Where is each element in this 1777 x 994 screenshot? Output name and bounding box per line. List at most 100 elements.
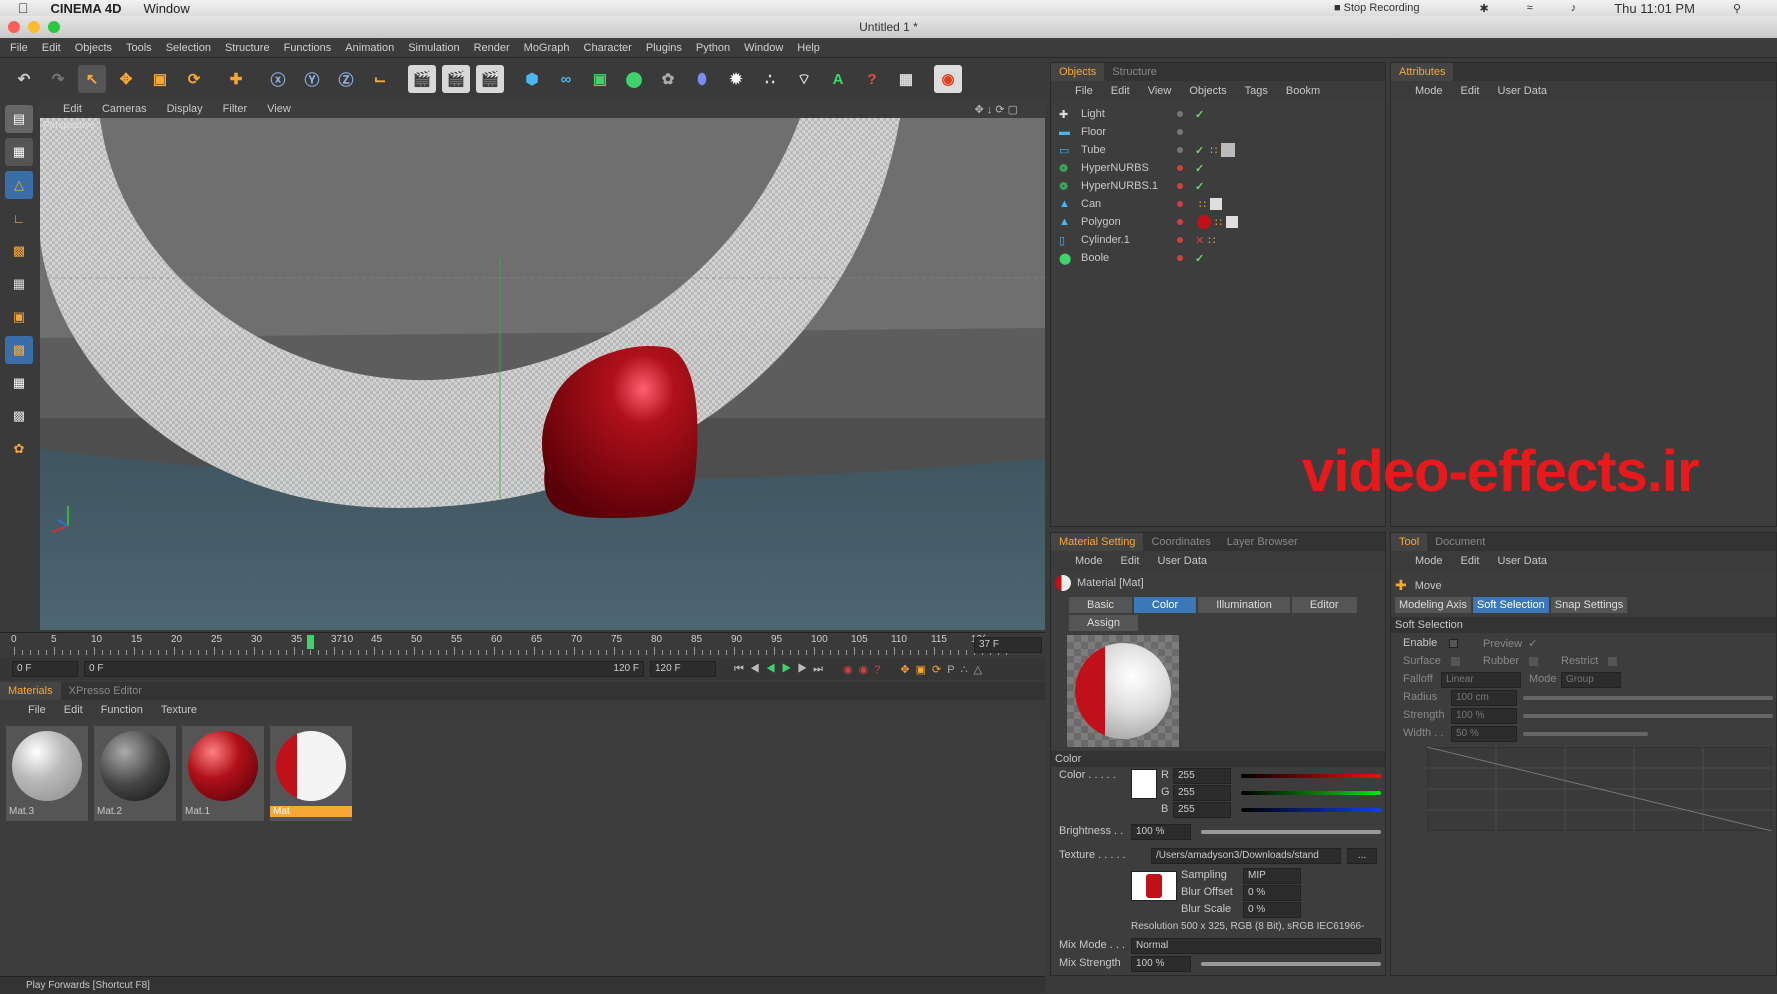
tab-material-setting[interactable]: Material Setting — [1051, 533, 1144, 551]
texture-browse-button[interactable]: ... — [1347, 848, 1377, 864]
menu-structure[interactable]: Structure — [225, 42, 270, 54]
subtab-assign[interactable]: Assign — [1069, 615, 1139, 631]
menu-animation[interactable]: Animation — [345, 42, 394, 54]
text-icon[interactable]: A — [824, 65, 852, 93]
menu-window[interactable]: Window — [744, 42, 783, 54]
color-swatch[interactable] — [1131, 769, 1157, 799]
tab-coordinates[interactable]: Coordinates — [1143, 533, 1218, 551]
tab-layer-browser[interactable]: Layer Browser — [1219, 533, 1306, 551]
help-icon[interactable]: ? — [858, 65, 886, 93]
strength-slider[interactable] — [1523, 714, 1773, 718]
deformer-icon[interactable]: ✿ — [654, 65, 682, 93]
param-key-icon[interactable]: P — [947, 664, 960, 676]
scene-icon[interactable]: ⬮ — [688, 65, 716, 93]
points-mode-icon[interactable]: ▣ — [5, 303, 33, 331]
render-picture-viewer-icon[interactable]: 🎬 — [442, 65, 470, 93]
clock[interactable]: Thu 11:01 PM — [1614, 1, 1695, 16]
brightness-field[interactable]: 100 % — [1131, 824, 1191, 840]
subtab-editor[interactable]: Editor — [1291, 597, 1357, 613]
material-mat3[interactable]: Mat.3 — [6, 726, 88, 821]
visibility-dot[interactable] — [1177, 183, 1183, 189]
g-slider[interactable] — [1241, 791, 1381, 795]
close-window-button[interactable] — [8, 21, 20, 33]
texture-tag-icon[interactable]: ∷ — [1210, 144, 1217, 157]
spline-icon[interactable]: ∞ — [552, 65, 580, 93]
object-row-hypernurbs[interactable]: ❁ HyperNURBS ✓ — [1051, 159, 1381, 177]
tab-xpresso-editor[interactable]: XPresso Editor — [61, 682, 150, 700]
start-frame-field[interactable]: 0 F — [12, 661, 78, 677]
attributes-menu-mode[interactable]: Mode — [1415, 85, 1443, 97]
menu-objects[interactable]: Objects — [75, 42, 112, 54]
blur-offset-field[interactable]: 0 % — [1243, 885, 1301, 901]
material-mat[interactable]: Mat — [270, 726, 352, 821]
menu-file[interactable]: File — [10, 42, 28, 54]
viewport-menu-display[interactable]: Display — [167, 103, 203, 115]
menu-selection[interactable]: Selection — [166, 42, 211, 54]
scale-tool-icon[interactable]: ▣ — [146, 65, 174, 93]
enabled-check-icon[interactable]: ✓ — [1195, 180, 1204, 193]
restrict-checkbox[interactable] — [1608, 656, 1618, 666]
python-icon[interactable]: ◉ — [934, 65, 962, 93]
object-row-hypernurbs-1[interactable]: ❁ HyperNURBS.1 ✓ — [1051, 177, 1381, 195]
b-field[interactable]: 255 — [1173, 802, 1231, 818]
viewport-menu-edit[interactable]: Edit — [63, 103, 82, 115]
current-frame-field[interactable]: 37 F — [974, 637, 1042, 653]
tab-document[interactable]: Document — [1427, 533, 1493, 551]
menu-mograph[interactable]: MoGraph — [524, 42, 570, 54]
goto-start-icon[interactable]: ⏮ — [734, 663, 750, 675]
ms-menu-user-data[interactable]: User Data — [1158, 555, 1208, 567]
environment-icon[interactable]: ✹ — [722, 65, 750, 93]
visibility-dot[interactable] — [1177, 129, 1183, 135]
redo-icon[interactable]: ↷ — [44, 65, 72, 93]
play-backwards-icon[interactable]: ◀ — [766, 663, 782, 675]
materials-menu-file[interactable]: File — [28, 704, 46, 716]
subtab-modeling-axis[interactable]: Modeling Axis — [1395, 597, 1471, 613]
r-field[interactable]: 255 — [1173, 768, 1231, 784]
prev-key-icon[interactable]: ◀ — [750, 663, 766, 675]
object-row-light[interactable]: ✚ Light ✓ — [1051, 105, 1381, 123]
camera-icon[interactable]: ⌔ — [790, 65, 818, 93]
enable-checkbox[interactable] — [1449, 638, 1459, 648]
objects-menu-view[interactable]: View — [1148, 85, 1172, 97]
menu-help[interactable]: Help — [797, 42, 820, 54]
radius-slider[interactable] — [1523, 696, 1773, 700]
objects-menu-bookmarks[interactable]: Bookm — [1286, 85, 1320, 97]
end-frame-field[interactable]: 120 F — [650, 661, 716, 677]
render-view-icon[interactable]: 🎬 — [408, 65, 436, 93]
mix-mode-select[interactable]: Normal — [1131, 938, 1381, 954]
object-row-cylinder-1[interactable]: ▯ Cylinder.1 ✕ ∷ — [1051, 231, 1381, 249]
array-icon[interactable]: ⬤ — [620, 65, 648, 93]
timeline-playhead[interactable] — [307, 635, 314, 649]
radius-field[interactable]: 100 cm — [1451, 690, 1517, 706]
sampling-select[interactable]: MIP — [1243, 868, 1301, 884]
rotate-tool-icon[interactable]: ⟳ — [180, 65, 208, 93]
menu-tools[interactable]: Tools — [126, 42, 152, 54]
material-tag-icon[interactable] — [1226, 216, 1238, 228]
cube-icon[interactable]: ⬢ — [518, 65, 546, 93]
material-tag-icon[interactable] — [1210, 198, 1222, 210]
tab-materials[interactable]: Materials — [0, 682, 61, 700]
menu-edit[interactable]: Edit — [42, 42, 61, 54]
surface-checkbox[interactable] — [1450, 656, 1460, 666]
spotlight-icon[interactable]: ⚲ — [1733, 2, 1741, 15]
tool-menu-mode[interactable]: Mode — [1415, 555, 1443, 567]
enabled-check-icon[interactable]: ✓ — [1195, 162, 1204, 175]
width-slider[interactable] — [1523, 732, 1648, 736]
falloff-select[interactable]: Linear — [1441, 672, 1521, 688]
texture-tag-icon[interactable]: ∷ — [1215, 216, 1222, 229]
preview-check-icon[interactable]: ✓ — [1528, 637, 1537, 650]
move-tool-icon[interactable]: ✥ — [112, 65, 140, 93]
timeline-ruler[interactable]: 0 5 10 15 20 25 30 35 3710 45 50 55 60 65 70 75 80 85 90 95… — [0, 632, 1045, 656]
preview-row[interactable]: Preview ✓ — [1483, 637, 1537, 651]
bluetooth-icon[interactable]: ✱ — [1479, 2, 1488, 15]
menu-render[interactable]: Render — [474, 42, 510, 54]
menu-python[interactable]: Python — [696, 42, 730, 54]
visibility-dot[interactable] — [1177, 255, 1183, 261]
model-mode-icon[interactable]: ▦ — [5, 138, 33, 166]
tool-menu-user-data[interactable]: User Data — [1498, 555, 1548, 567]
material-mat2[interactable]: Mat.2 — [94, 726, 176, 821]
subtab-snap-settings[interactable]: Snap Settings — [1550, 597, 1628, 613]
object-row-can[interactable]: ▲ Can ∷ — [1051, 195, 1381, 213]
workplane-icon[interactable]: ▦ — [5, 270, 33, 298]
menu-simulation[interactable]: Simulation — [408, 42, 459, 54]
